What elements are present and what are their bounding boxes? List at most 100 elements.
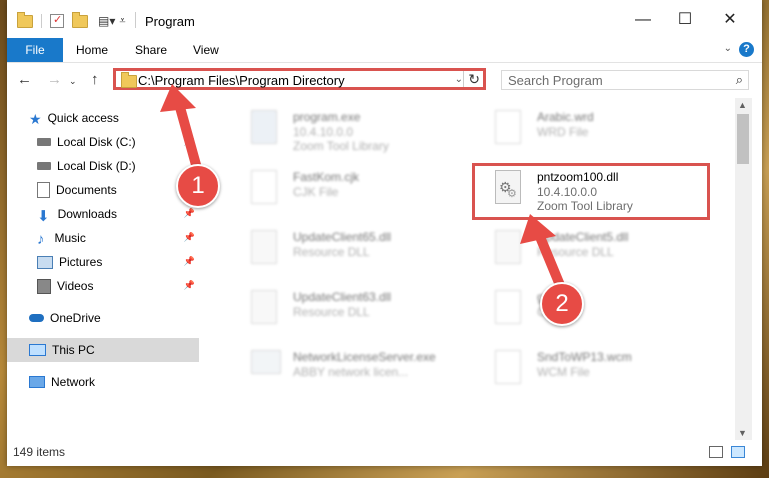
file-name: FastKom.cjk [293, 170, 360, 184]
sidebar-item-local-disk-d[interactable]: Local Disk (D:) [37, 154, 199, 178]
drive-icon [37, 162, 51, 170]
file-type: ABBY network licen... [293, 365, 409, 379]
pin-icon: 📌 [183, 136, 195, 146]
file-type: Resource DLL [293, 245, 370, 259]
new-folder-icon[interactable] [72, 11, 88, 28]
file-item[interactable]: NetworkLicenseServer.exe ABBY network li… [227, 346, 467, 396]
close-button[interactable]: ✕ [719, 10, 741, 30]
pin-icon: 📌 [183, 256, 195, 266]
sidebar-item-music[interactable]: ♪ Music 📌 [37, 226, 199, 250]
computer-icon [29, 344, 46, 356]
network-icon [29, 376, 45, 388]
file-item[interactable]: program.exe 10.4.10.0.0 Zoom Tool Librar… [227, 106, 467, 156]
exe-icon [251, 350, 281, 384]
toolbar-dropdown-icon[interactable]: ⩡ [119, 15, 125, 28]
file-type: Resource DLL [293, 305, 370, 319]
dll-gear-icon [251, 290, 279, 324]
sidebar-item-local-disk-c[interactable]: Local Disk (C:) 📌 [37, 130, 199, 154]
large-icons-view-icon[interactable] [731, 446, 745, 458]
file-name: NetworkLicenseServer.exe [293, 350, 436, 364]
refresh-icon[interactable]: ↻ [468, 71, 480, 88]
sidebar-item-label: Network [51, 375, 96, 389]
customize-toolbar-icon[interactable]: ▤▾ [98, 14, 115, 28]
search-input[interactable]: Search Program [508, 73, 603, 88]
sidebar-item-documents[interactable]: Documents 📌 [37, 178, 199, 202]
ribbon-expand-icon[interactable]: ⌄ [724, 43, 732, 54]
toolbar-divider [41, 14, 42, 28]
file-item[interactable]: UpdateClient63.dll Resource DLL [227, 286, 467, 336]
address-divider [463, 71, 464, 87]
dll-gear-icon [251, 230, 279, 264]
documents-icon [37, 182, 50, 198]
document-icon [495, 110, 523, 144]
file-type: WRD File [537, 125, 589, 139]
vertical-scrollbar[interactable]: ▲ ▼ [735, 98, 752, 440]
file-list: program.exe 10.4.10.0.0 Zoom Tool Librar… [207, 100, 735, 440]
step-1-badge: 1 [176, 164, 220, 208]
dll-gear-icon [495, 230, 523, 264]
properties-icon[interactable]: ✓ [50, 14, 64, 28]
forward-arrow-icon[interactable]: → [47, 71, 62, 88]
tab-share[interactable]: Share [135, 38, 167, 62]
videos-icon [37, 278, 51, 294]
tab-view[interactable]: View [193, 38, 219, 62]
file-item[interactable]: SndToWP13.wcm WCM File [471, 346, 711, 396]
address-dropdown-icon[interactable]: ⌄ [455, 74, 463, 85]
maximize-button[interactable]: ☐ [674, 10, 696, 30]
sidebar-item-label: Local Disk (D:) [57, 159, 136, 173]
file-name: SndToWP13.wcm [537, 350, 632, 364]
item-count: 149 items [13, 445, 66, 459]
recent-locations-icon[interactable]: ⌄ [69, 76, 77, 87]
explorer-window: ✓ ▤▾ ⩡ Program — ☐ ✕ File Home Share Vie… [7, 0, 762, 466]
sidebar-item-onedrive[interactable]: OneDrive [29, 306, 199, 330]
document-icon [495, 290, 523, 324]
file-name: UpdateClient63.dll [293, 290, 392, 304]
exe-icon [251, 110, 279, 144]
minimize-button[interactable]: — [632, 10, 654, 30]
file-item[interactable]: Arabic.wrd WRD File [471, 106, 711, 156]
address-path[interactable]: C:\Program Files\Program Directory [138, 73, 345, 88]
help-icon[interactable]: ? [739, 42, 754, 57]
scroll-up-icon[interactable]: ▲ [738, 100, 747, 110]
file-name: UpdateClient5.dll [537, 230, 629, 244]
file-item[interactable]: UpdateClient5.dll Resource DLL [471, 226, 711, 276]
back-arrow-icon[interactable]: ← [17, 71, 32, 88]
file-item[interactable]: UpdateClient65.dll Resource DLL [227, 226, 467, 276]
pictures-icon [37, 255, 53, 269]
scroll-down-icon[interactable]: ▼ [738, 428, 747, 438]
file-item[interactable]: gfd CJK [471, 286, 711, 336]
tab-file[interactable]: File [7, 38, 63, 62]
file-name: program.exe [293, 110, 361, 124]
sidebar-item-label: Videos [57, 279, 94, 293]
navigation-pane: ★ Quick access Local Disk (C:) 📌 Local D… [7, 102, 202, 442]
highlight-box [472, 163, 710, 220]
file-item[interactable]: FastKom.cjk CJK File [227, 166, 467, 216]
search-icon[interactable]: ⌕ [736, 72, 743, 88]
address-folder-icon [121, 72, 137, 88]
details-view-icon[interactable] [709, 446, 723, 458]
address-bar[interactable]: C:\Program Files\Program Directory ⌄ ↻ [113, 68, 486, 90]
search-box[interactable]: Search Program ⌕ [501, 70, 749, 90]
download-icon: ⬇ [37, 208, 50, 225]
document-icon [251, 170, 279, 204]
title-bar: ✓ ▤▾ ⩡ Program — ☐ ✕ [7, 0, 762, 38]
star-icon: ★ [29, 111, 42, 127]
sidebar-item-label: This PC [52, 343, 95, 357]
document-icon [495, 350, 523, 384]
up-arrow-icon[interactable]: ↑ [91, 71, 99, 88]
drive-icon [37, 138, 51, 146]
file-type: Resource DLL [537, 245, 614, 259]
sidebar-item-label: Documents [56, 183, 117, 197]
scroll-thumb[interactable] [737, 114, 749, 164]
sidebar-item-this-pc[interactable]: This PC [7, 338, 199, 362]
file-version: 10.4.10.0.0 [293, 125, 354, 139]
sidebar-item-quick-access[interactable]: ★ Quick access [29, 106, 199, 130]
sidebar-item-downloads[interactable]: ⬇ Downloads 📌 [37, 202, 199, 226]
step-2-badge: 2 [540, 282, 584, 326]
sidebar-item-network[interactable]: Network [29, 370, 199, 394]
folder-icon[interactable] [17, 11, 33, 28]
tab-home[interactable]: Home [76, 38, 108, 62]
sidebar-item-pictures[interactable]: Pictures 📌 [37, 250, 199, 274]
cloud-icon [29, 314, 44, 322]
sidebar-item-videos[interactable]: Videos 📌 [37, 274, 199, 298]
